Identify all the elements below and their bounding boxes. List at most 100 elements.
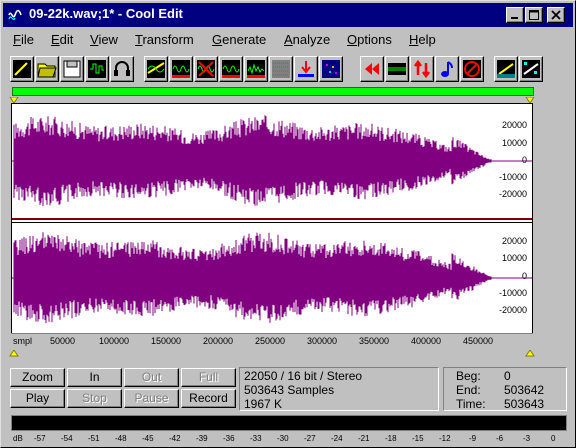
- envelope-icon: [172, 60, 190, 78]
- menu-view[interactable]: View: [90, 32, 118, 47]
- ruler-tick: 400000: [411, 336, 442, 346]
- toolbar-spectral-view-button[interactable]: [519, 56, 543, 82]
- pitch-icon: [441, 61, 453, 77]
- level-meter: dB -57 -54 -51 -48 -45 -42 -39 -36 -33 -…: [11, 415, 567, 445]
- time-label: Time:: [456, 397, 486, 411]
- new-file-icon: [13, 60, 31, 78]
- meter-label: -45: [142, 434, 154, 443]
- toolbar-noise-reduction-button[interactable]: [244, 56, 268, 82]
- toolbar-statistics-button[interactable]: [319, 56, 343, 82]
- start-marker-bottom[interactable]: [9, 350, 19, 357]
- amplitude-scale: 20000 10000 0 -10000 -20000 20000 10000 …: [491, 103, 533, 333]
- mute-icon: [463, 60, 481, 78]
- scale-right-neg20000: -20000: [498, 305, 527, 315]
- toolbar-cue-list-button[interactable]: [494, 56, 518, 82]
- window-title: 09-22k.wav;1* - Cool Edit: [29, 6, 183, 21]
- meter-label: -3: [523, 434, 531, 443]
- meter-label: -57: [34, 434, 46, 443]
- file-size: 1967 K: [244, 397, 283, 411]
- toolbar-generate-noise-button[interactable]: [269, 56, 293, 82]
- maximize-button[interactable]: [525, 7, 543, 23]
- scale-left-neg20000: -20000: [498, 189, 527, 199]
- meter-label: 0: [551, 434, 556, 443]
- generate-tones-icon: [297, 60, 315, 78]
- toolbar-pitch-button[interactable]: [435, 56, 459, 82]
- toolbar-open-button[interactable]: [35, 56, 59, 82]
- toolbar-cd-button[interactable]: [85, 56, 109, 82]
- menu-options[interactable]: Options: [347, 32, 392, 47]
- file-info-panel: 22050 / 16 bit / Stereo 503643 Samples 1…: [239, 367, 439, 411]
- scale-left-neg10000: -10000: [498, 172, 527, 182]
- menu-analyze[interactable]: Analyze: [284, 32, 330, 47]
- sample-count: 503643 Samples: [244, 383, 335, 397]
- close-button[interactable]: [547, 7, 565, 23]
- minimize-icon: [511, 17, 518, 19]
- meter-label: -21: [358, 434, 370, 443]
- level-meter-bar: [11, 415, 567, 431]
- generate-noise-icon: [272, 60, 290, 78]
- channel-separator: [12, 218, 532, 223]
- meter-label: -12: [439, 434, 451, 443]
- ruler-unit: smpl: [13, 336, 33, 346]
- toolbar-reverse-button[interactable]: [360, 56, 384, 82]
- menu-file[interactable]: File: [13, 32, 34, 47]
- end-marker-bottom[interactable]: [525, 350, 535, 357]
- menu-transform[interactable]: Transform: [135, 32, 194, 47]
- menu-bar: File Edit View Transform Generate Analyz…: [3, 29, 573, 51]
- zoom-in-button[interactable]: In: [67, 368, 122, 387]
- waveform-display[interactable]: [11, 103, 533, 347]
- toolbar-save-button[interactable]: [60, 56, 84, 82]
- zoom-button[interactable]: Zoom: [10, 368, 65, 387]
- meter-label: -48: [115, 434, 127, 443]
- file-format: 22050 / 16 bit / Stereo: [244, 369, 363, 383]
- app-icon[interactable]: [7, 7, 23, 23]
- scale-left-10000: 10000: [501, 138, 527, 148]
- toolbar-stretch-button[interactable]: [410, 56, 434, 82]
- selection-info-panel: Beg: 0 End: 503642 Time: 503643: [443, 367, 567, 411]
- app-window: 09-22k.wav;1* - Cool Edit File Edit View…: [0, 0, 576, 448]
- toolbar-new-button[interactable]: [10, 56, 34, 82]
- toolbar-mute-button[interactable]: [460, 56, 484, 82]
- amplify-icon: [147, 60, 165, 78]
- menu-generate[interactable]: Generate: [212, 32, 266, 47]
- overview-range-bar[interactable]: [12, 87, 534, 96]
- meter-label: -27: [304, 434, 316, 443]
- title-bar[interactable]: 09-22k.wav;1* - Cool Edit: [3, 3, 573, 27]
- zoom-out-button[interactable]: Out: [124, 368, 179, 387]
- meter-label: -54: [61, 434, 73, 443]
- stop-button[interactable]: Stop: [67, 389, 122, 408]
- meter-label: -36: [223, 434, 235, 443]
- time-value: 503643: [504, 397, 545, 411]
- toolbar-invert-button[interactable]: [194, 56, 218, 82]
- meter-label: -30: [277, 434, 289, 443]
- toolbar-filter-button[interactable]: [219, 56, 243, 82]
- ruler-tick: 450000: [463, 336, 494, 346]
- menu-help[interactable]: Help: [409, 32, 436, 47]
- ruler-tick: 150000: [151, 336, 182, 346]
- meter-label: -42: [169, 434, 181, 443]
- toolbar: [3, 54, 573, 84]
- menu-edit[interactable]: Edit: [51, 32, 73, 47]
- meter-label: -6: [496, 434, 504, 443]
- save-file-icon: [63, 60, 81, 78]
- toolbar-amplify-button[interactable]: [144, 56, 168, 82]
- minimize-button[interactable]: [506, 7, 524, 23]
- noise-reduction-icon: [247, 60, 265, 78]
- silence-icon: [388, 63, 406, 75]
- close-icon: [551, 10, 561, 20]
- cd-audio-icon: [88, 60, 106, 78]
- zoom-full-button[interactable]: Full: [181, 368, 236, 387]
- play-button[interactable]: Play: [10, 389, 65, 408]
- toolbar-envelope-button[interactable]: [169, 56, 193, 82]
- toolbar-silence-button[interactable]: [385, 56, 409, 82]
- time-ruler[interactable]: smpl 50000 100000 150000 200000 250000 3…: [11, 333, 533, 347]
- scale-right-10000: 10000: [501, 253, 527, 263]
- pause-button[interactable]: Pause: [124, 389, 179, 408]
- meter-label: -18: [385, 434, 397, 443]
- begin-label: Beg:: [456, 369, 481, 383]
- record-button[interactable]: Record: [181, 389, 236, 408]
- toolbar-generate-tones-button[interactable]: [294, 56, 318, 82]
- open-file-icon: [37, 63, 57, 78]
- ruler-tick: 350000: [359, 336, 390, 346]
- toolbar-headphones-button[interactable]: [110, 56, 134, 82]
